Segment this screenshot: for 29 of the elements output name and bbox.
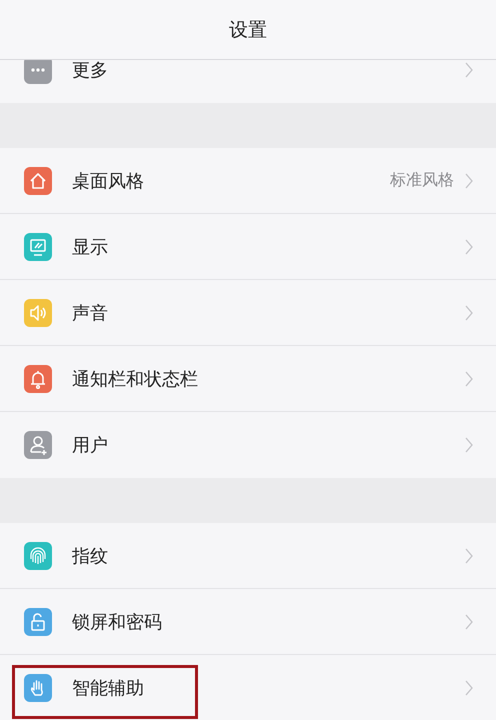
item-label: 更多 xyxy=(72,60,109,82)
item-label: 指纹 xyxy=(72,544,109,568)
settings-item[interactable]: 声音 xyxy=(0,280,496,346)
chevron-icon xyxy=(464,612,474,630)
chevron-icon xyxy=(464,304,474,322)
chevron-icon xyxy=(464,61,474,79)
item-label: 显示 xyxy=(72,236,109,258)
chevron-icon xyxy=(464,679,474,697)
item-label: 智能辅助 xyxy=(72,677,145,700)
settings-item[interactable]: 指纹 xyxy=(0,523,496,589)
settings-item[interactable]: 更多 xyxy=(0,60,496,103)
item-label: 通知栏和状态栏 xyxy=(72,368,199,390)
settings-item[interactable]: 通知栏和状态栏 xyxy=(0,346,496,412)
chevron-icon xyxy=(464,172,474,190)
item-label: 用户 xyxy=(72,434,109,457)
item-label: 桌面风格 xyxy=(72,170,145,192)
settings-item[interactable]: 显示 xyxy=(0,214,496,280)
chevron-icon xyxy=(464,546,474,564)
page-title: 设置 xyxy=(229,18,267,42)
settings-item[interactable]: 锁屏和密码 xyxy=(0,589,496,655)
settings-item[interactable]: 智能辅助 xyxy=(0,655,496,720)
settings-item[interactable]: 用户 xyxy=(0,412,496,478)
chevron-icon xyxy=(464,436,474,454)
chevron-icon xyxy=(464,238,474,256)
item-value: 标准风格 xyxy=(390,170,454,191)
item-label: 声音 xyxy=(72,302,109,324)
settings-item[interactable]: 桌面风格 标准风格 xyxy=(0,148,496,214)
item-label: 锁屏和密码 xyxy=(72,610,163,634)
chevron-icon xyxy=(464,370,474,388)
